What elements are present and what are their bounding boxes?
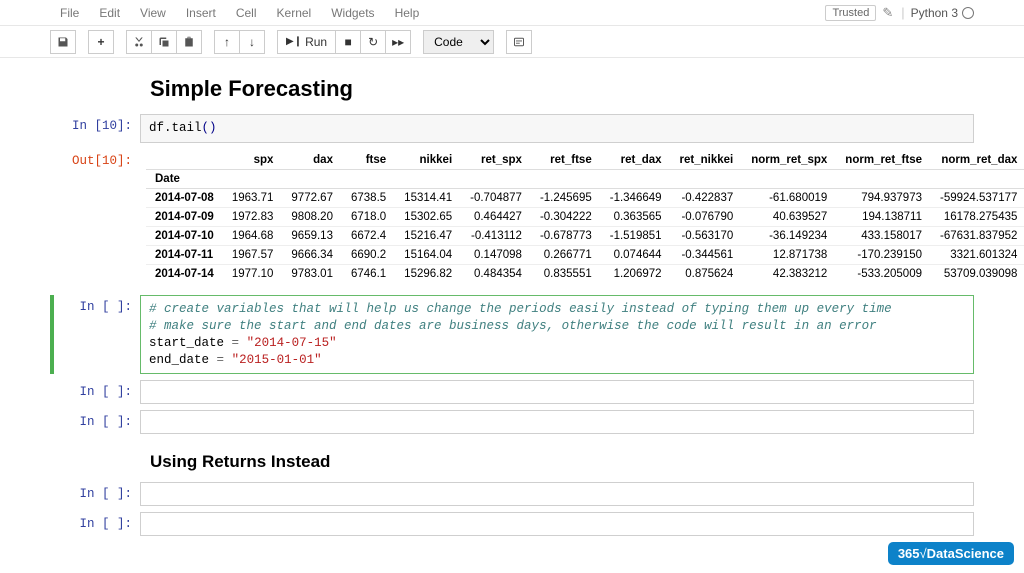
prompt-empty-1: In [ ]:	[50, 380, 140, 404]
code-input-empty-4[interactable]	[140, 512, 974, 536]
col-norm_ret_dax: norm_ret_dax	[931, 151, 1024, 170]
restart-run-all-button[interactable]: ▸▸	[385, 30, 411, 54]
menubar: File Edit View Insert Cell Kernel Widget…	[0, 0, 1024, 26]
col-ret_ftse: ret_ftse	[531, 151, 601, 170]
cell-10[interactable]: In [10]: df.tail()	[50, 114, 974, 143]
save-button[interactable]	[50, 30, 76, 54]
prompt-empty-4: In [ ]:	[50, 512, 140, 536]
table-row: 2014-07-101964.689659.136672.415216.47-0…	[146, 226, 1024, 245]
menu-view[interactable]: View	[130, 2, 176, 24]
prompt-in-10: In [10]:	[50, 114, 140, 143]
interrupt-button[interactable]: ■	[335, 30, 361, 54]
heading-simple-forecasting: Simple Forecasting	[150, 76, 974, 102]
code-input-empty-1[interactable]	[140, 380, 974, 404]
col-nikkei: nikkei	[395, 151, 461, 170]
menu-help[interactable]: Help	[385, 2, 430, 24]
run-label: Run	[305, 35, 327, 49]
kernel-idle-icon	[962, 7, 974, 19]
cell-empty-1[interactable]: In [ ]:	[50, 380, 974, 404]
cell-type-select[interactable]: Code	[423, 30, 494, 54]
cell-empty-2[interactable]: In [ ]:	[50, 410, 974, 434]
table-row: 2014-07-141977.109783.016746.115296.820.…	[146, 264, 1024, 283]
index-name: Date	[146, 169, 223, 188]
cell-empty-3[interactable]: In [ ]:	[50, 482, 974, 506]
menu-insert[interactable]: Insert	[176, 2, 226, 24]
cell-selected[interactable]: In [ ]: # create variables that will hel…	[50, 295, 974, 375]
col-ftse: ftse	[342, 151, 395, 170]
col-ret_spx: ret_spx	[461, 151, 531, 170]
toolbar: + ↑ ↓ ▶❙Run ■ ↻ ▸▸ Code	[0, 26, 1024, 58]
code-input-selected[interactable]: # create variables that will help us cha…	[140, 295, 974, 375]
prompt-selected: In [ ]:	[50, 295, 140, 375]
run-button[interactable]: ▶❙Run	[277, 30, 336, 54]
notebook-area[interactable]: Simple Forecasting In [10]: df.tail() Ou…	[0, 58, 1024, 562]
col-dax: dax	[282, 151, 342, 170]
pencil-icon[interactable]: ✎	[882, 5, 893, 21]
cell-empty-4[interactable]: In [ ]:	[50, 512, 974, 536]
menu-widgets[interactable]: Widgets	[321, 2, 384, 24]
code-input-empty-3[interactable]	[140, 482, 974, 506]
move-up-button[interactable]: ↑	[214, 30, 240, 54]
menu-kernel[interactable]: Kernel	[267, 2, 322, 24]
prompt-empty-3: In [ ]:	[50, 482, 140, 506]
heading-using-returns: Using Returns Instead	[150, 452, 974, 472]
prompt-out-10: Out[10]:	[50, 149, 140, 285]
prompt-empty-2: In [ ]:	[50, 410, 140, 434]
menu-cell[interactable]: Cell	[226, 2, 267, 24]
col-ret_dax: ret_dax	[601, 151, 671, 170]
table-row: 2014-07-091972.839808.206718.015302.650.…	[146, 207, 1024, 226]
command-palette-button[interactable]	[506, 30, 532, 54]
table-row: 2014-07-111967.579666.346690.215164.040.…	[146, 245, 1024, 264]
col-norm_ret_spx: norm_ret_spx	[742, 151, 836, 170]
cut-button[interactable]	[126, 30, 152, 54]
insert-cell-button[interactable]: +	[88, 30, 114, 54]
menu-file[interactable]: File	[50, 2, 89, 24]
code-input-empty-2[interactable]	[140, 410, 974, 434]
cell-10-output: Out[10]: spxdaxftsenikkeiret_spxret_ftse…	[50, 149, 974, 285]
col-norm_ret_ftse: norm_ret_ftse	[836, 151, 931, 170]
menu-edit[interactable]: Edit	[89, 2, 130, 24]
restart-button[interactable]: ↻	[360, 30, 386, 54]
col-ret_nikkei: ret_nikkei	[671, 151, 743, 170]
kernel-name[interactable]: Python 3	[911, 6, 958, 20]
watermark-365datascience: 365√DataScience	[888, 542, 1014, 565]
trusted-badge[interactable]: Trusted	[825, 5, 876, 21]
dataframe-table: spxdaxftsenikkeiret_spxret_ftseret_daxre…	[146, 151, 1024, 283]
paste-button[interactable]	[176, 30, 202, 54]
col-spx: spx	[223, 151, 283, 170]
copy-button[interactable]	[151, 30, 177, 54]
table-row: 2014-07-081963.719772.676738.515314.41-0…	[146, 188, 1024, 207]
move-down-button[interactable]: ↓	[239, 30, 265, 54]
code-input-10[interactable]: df.tail()	[140, 114, 974, 143]
output-dataframe: spxdaxftsenikkeiret_spxret_ftseret_daxre…	[140, 149, 1024, 285]
